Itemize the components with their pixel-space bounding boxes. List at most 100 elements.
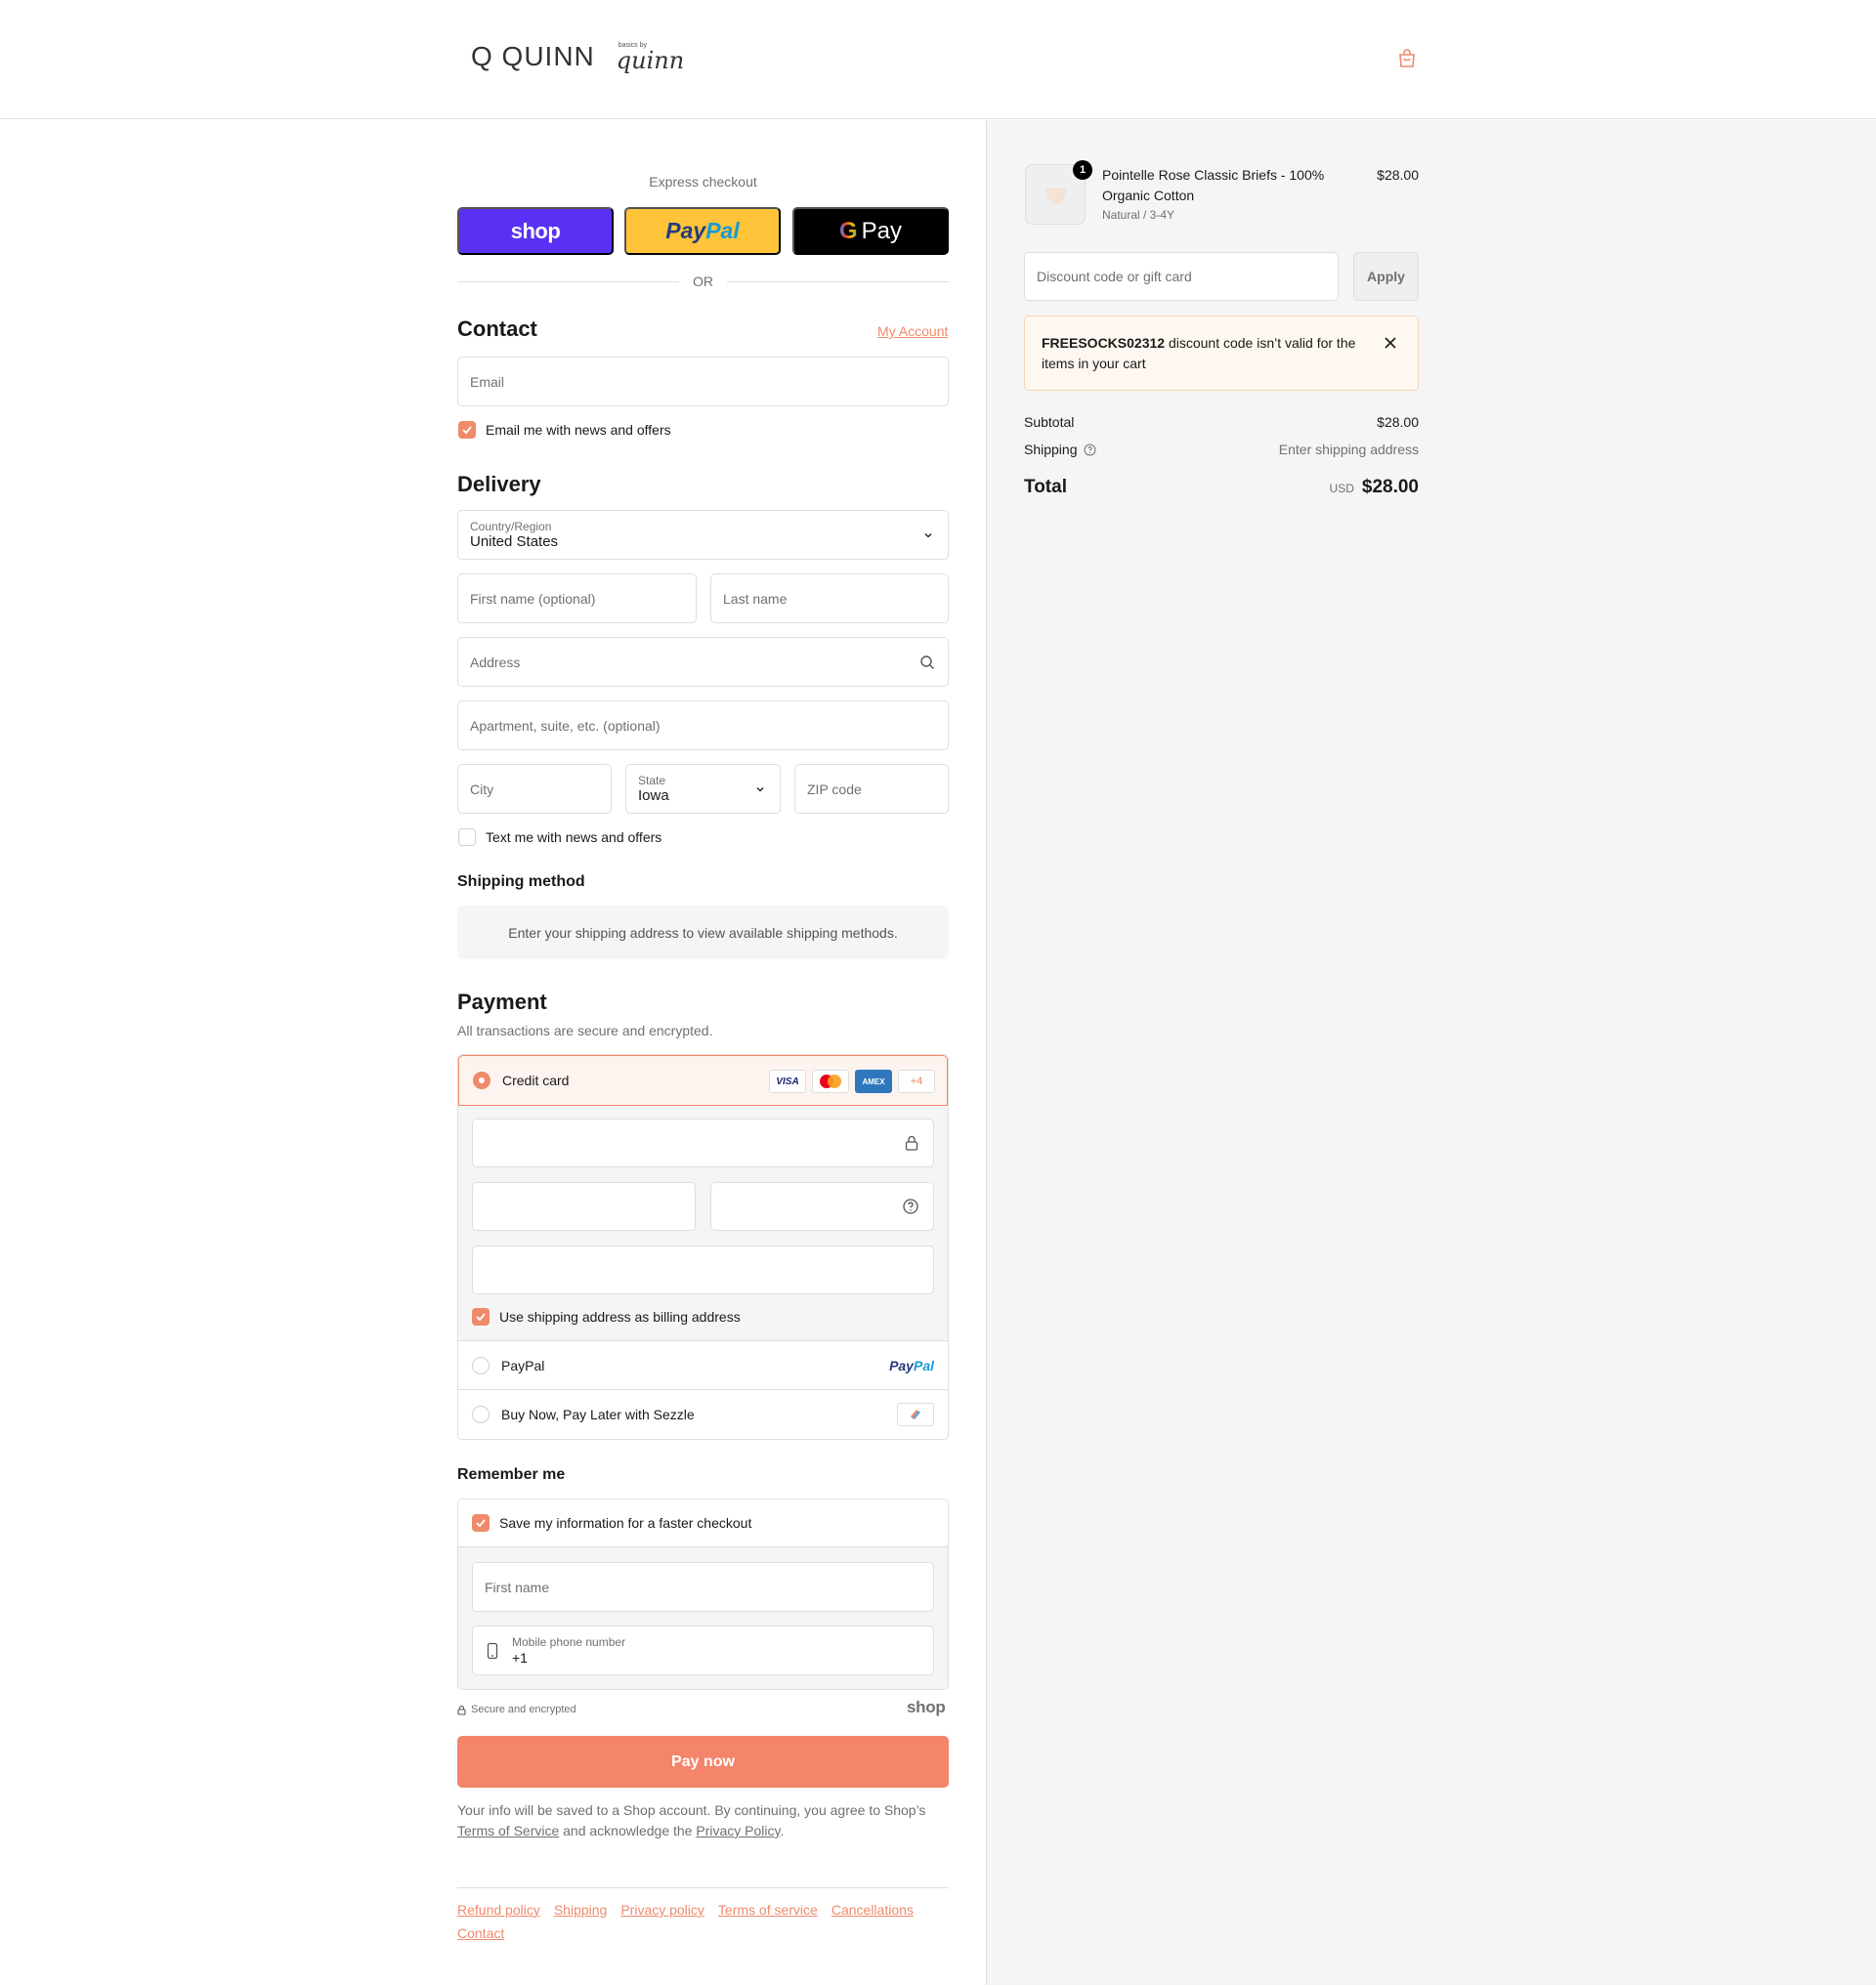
expiration-date-field[interactable] bbox=[472, 1182, 696, 1231]
shopping-bag-icon[interactable] bbox=[1395, 47, 1419, 70]
shop-pay-button[interactable]: shop bbox=[457, 207, 614, 255]
name-on-card-field[interactable] bbox=[472, 1246, 934, 1294]
checkmark-icon bbox=[462, 426, 472, 435]
close-icon[interactable] bbox=[1383, 335, 1398, 351]
billing-address-checkbox-row[interactable]: Use shipping address as billing address bbox=[472, 1308, 741, 1326]
or-label: OR bbox=[693, 274, 713, 289]
chevron-down-icon bbox=[756, 786, 764, 791]
credit-card-radio[interactable] bbox=[473, 1072, 490, 1089]
shop-privacy-link[interactable]: Privacy Policy bbox=[696, 1823, 780, 1838]
shipping-method-title: Shipping method bbox=[457, 873, 585, 890]
city-placeholder: City bbox=[470, 781, 494, 797]
shop-terms-link[interactable]: Terms of Service bbox=[457, 1823, 559, 1838]
remember-first-name-field[interactable]: First name bbox=[472, 1562, 934, 1612]
email-field[interactable]: Email bbox=[457, 357, 949, 406]
save-info-checkbox[interactable] bbox=[472, 1514, 490, 1532]
order-summary-panel bbox=[986, 120, 1876, 1985]
contact-title: Contact bbox=[457, 317, 537, 341]
quantity-badge: 1 bbox=[1073, 160, 1092, 180]
email-news-label: Email me with news and offers bbox=[486, 422, 671, 438]
paypal-radio[interactable] bbox=[472, 1356, 490, 1374]
save-info-label: Save my information for a faster checkou… bbox=[499, 1515, 752, 1531]
apartment-field[interactable]: Apartment, suite, etc. (optional) bbox=[457, 700, 949, 750]
privacy-policy-link[interactable]: Privacy policy bbox=[620, 1902, 704, 1918]
lock-icon bbox=[457, 1705, 466, 1715]
help-circle-icon[interactable] bbox=[1084, 443, 1096, 456]
city-field[interactable]: City bbox=[457, 764, 612, 814]
secure-encrypted-row: Secure and encrypted bbox=[457, 1704, 576, 1715]
email-news-checkbox[interactable] bbox=[458, 421, 476, 439]
sezzle-option[interactable]: Buy Now, Pay Later with Sezzle bbox=[458, 1390, 948, 1439]
text-news-checkbox-row[interactable]: Text me with news and offers bbox=[458, 828, 661, 846]
secure-label: Secure and encrypted bbox=[471, 1704, 576, 1715]
credit-card-option[interactable]: Credit card VISA AMEX +4 bbox=[458, 1055, 948, 1106]
discount-code-field[interactable]: Discount code or gift card bbox=[1024, 252, 1339, 301]
apartment-placeholder: Apartment, suite, etc. (optional) bbox=[470, 717, 661, 734]
first-name-field[interactable]: First name (optional) bbox=[457, 573, 697, 623]
address-field[interactable]: Address bbox=[457, 637, 949, 687]
legal-text-3: . bbox=[780, 1823, 785, 1838]
google-pay-label: Pay bbox=[861, 217, 903, 244]
last-name-placeholder: Last name bbox=[723, 590, 788, 607]
country-label: Country/Region bbox=[470, 519, 552, 533]
state-select[interactable]: State Iowa bbox=[625, 764, 781, 814]
shop-pay-label: shop bbox=[510, 218, 561, 243]
email-placeholder: Email bbox=[470, 373, 505, 390]
currency-code: USD bbox=[1329, 482, 1354, 495]
pay-now-button[interactable]: Pay now bbox=[457, 1736, 949, 1788]
shop-logo: shop bbox=[907, 1698, 946, 1716]
card-number-field[interactable] bbox=[472, 1119, 934, 1167]
credit-card-label: Credit card bbox=[502, 1073, 570, 1088]
mobile-phone-field[interactable]: Mobile phone number +1 bbox=[472, 1626, 934, 1675]
sezzle-logo-icon bbox=[897, 1403, 934, 1426]
my-account-link[interactable]: My Account bbox=[877, 323, 948, 339]
shipping-row: Shipping Enter shipping address bbox=[1024, 442, 1419, 457]
footer-links: Refund policy Shipping Privacy policy Te… bbox=[457, 1902, 949, 1941]
mobile-phone-icon bbox=[487, 1642, 498, 1660]
zip-field[interactable]: ZIP code bbox=[794, 764, 949, 814]
security-code-field[interactable] bbox=[710, 1182, 934, 1231]
paypal-option-label: PayPal bbox=[501, 1357, 545, 1373]
country-value: United States bbox=[470, 532, 559, 550]
zip-placeholder: ZIP code bbox=[807, 781, 862, 797]
country-select[interactable]: Country/Region United States bbox=[457, 510, 949, 560]
mastercard-icon bbox=[812, 1070, 849, 1093]
billing-address-checkbox[interactable] bbox=[472, 1308, 490, 1326]
logo-sub-script: quinn bbox=[616, 46, 685, 74]
cancellations-link[interactable]: Cancellations bbox=[831, 1902, 914, 1918]
google-pay-button[interactable]: G Pay bbox=[792, 207, 949, 255]
amex-icon: AMEX bbox=[855, 1070, 892, 1093]
card-brands: VISA AMEX +4 bbox=[769, 1070, 935, 1093]
discount-error-alert: FREESOCKS02312 discount code isn’t valid… bbox=[1024, 316, 1419, 391]
terms-of-service-link[interactable]: Terms of service bbox=[718, 1902, 818, 1918]
chevron-down-icon bbox=[924, 532, 932, 537]
more-cards-badge[interactable]: +4 bbox=[898, 1070, 935, 1093]
billing-address-label: Use shipping address as billing address bbox=[499, 1309, 741, 1325]
state-value: Iowa bbox=[638, 786, 669, 804]
state-label: State bbox=[638, 773, 666, 787]
sezzle-radio[interactable] bbox=[472, 1406, 490, 1423]
checkmark-icon bbox=[476, 1519, 486, 1528]
address-placeholder: Address bbox=[470, 654, 521, 670]
apply-discount-button[interactable]: Apply bbox=[1353, 252, 1419, 301]
paypal-express-button[interactable]: Pay Pal bbox=[624, 207, 781, 255]
help-circle-icon[interactable] bbox=[902, 1198, 919, 1215]
text-news-checkbox[interactable] bbox=[458, 828, 476, 846]
subtotal-row: Subtotal $28.00 bbox=[1024, 414, 1419, 430]
last-name-field[interactable]: Last name bbox=[710, 573, 949, 623]
legal-text-1: Your info will be saved to a Shop accoun… bbox=[457, 1802, 926, 1818]
store-logo[interactable]: Q QUINN basics by quinn bbox=[471, 41, 684, 72]
subtotal-label: Subtotal bbox=[1024, 414, 1075, 430]
footer-divider bbox=[457, 1887, 949, 1888]
paypal-option[interactable]: PayPal PayPal bbox=[458, 1341, 948, 1390]
shipping-policy-link[interactable]: Shipping bbox=[554, 1902, 608, 1918]
search-icon bbox=[920, 655, 934, 669]
google-g-icon: G bbox=[838, 217, 858, 244]
mobile-phone-label: Mobile phone number bbox=[512, 1634, 626, 1649]
contact-link[interactable]: Contact bbox=[457, 1925, 504, 1941]
lock-icon bbox=[905, 1135, 918, 1151]
email-news-checkbox-row[interactable]: Email me with news and offers bbox=[458, 421, 671, 439]
save-info-row[interactable]: Save my information for a faster checkou… bbox=[458, 1499, 948, 1547]
refund-policy-link[interactable]: Refund policy bbox=[457, 1902, 540, 1918]
legal-text-2: and acknowledge the bbox=[559, 1823, 697, 1838]
